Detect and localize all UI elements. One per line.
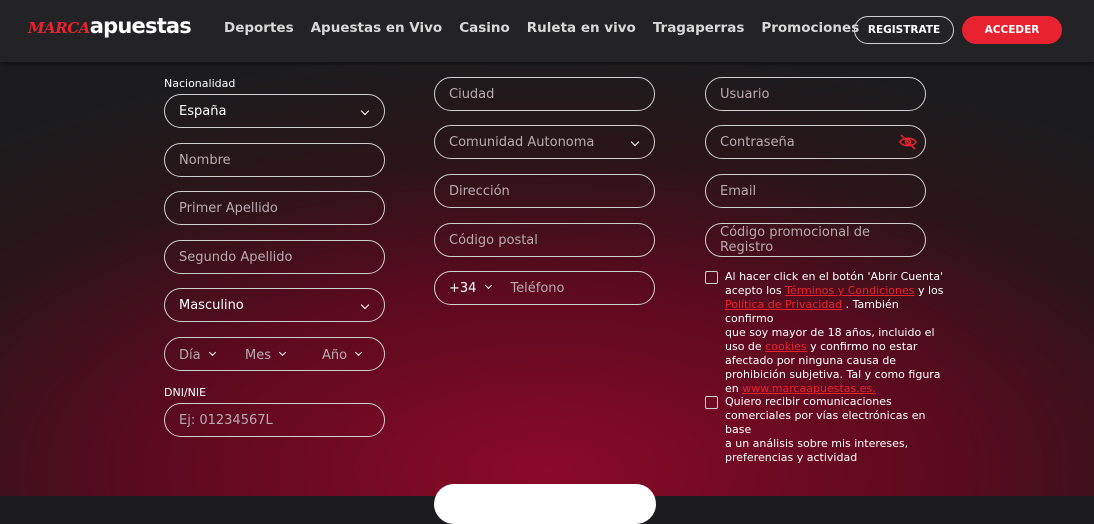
nationality-value: España <box>179 103 227 119</box>
address-input[interactable]: Dirección <box>434 174 655 208</box>
open-account-button[interactable] <box>434 484 656 524</box>
name-placeholder: Nombre <box>179 152 231 168</box>
email-placeholder: Email <box>720 183 757 199</box>
terms-text-fragment: y confirmo no estar <box>806 340 918 353</box>
email-input[interactable]: Email <box>705 174 926 208</box>
gender-value: Masculino <box>179 297 244 313</box>
cookies-link[interactable]: cookies <box>765 340 806 353</box>
terms-text-fragment: y los <box>914 284 944 297</box>
terms-line: prohibición subjetiva. Tal y como figura <box>725 368 941 381</box>
terms-text-fragment: uso de <box>725 340 766 353</box>
promo-code-placeholder: Código promocional de Registro <box>720 225 871 255</box>
community-placeholder: Comunidad Autonoma <box>449 134 595 150</box>
terms-text-fragment: en <box>725 382 743 395</box>
site-link[interactable]: www.marcaapuestas.es. <box>742 382 875 395</box>
second-surname-placeholder: Segundo Apellido <box>179 249 293 265</box>
marcaapuestas-logo[interactable]: MARCA apuestas <box>28 14 192 46</box>
login-button[interactable]: ACCEDER <box>962 16 1062 44</box>
terms-text-fragment: acepto los <box>725 284 786 297</box>
address-placeholder: Dirección <box>449 183 510 199</box>
terms-line: afectado por ninguna causa de <box>725 354 897 367</box>
day-select[interactable]: Día <box>179 338 216 372</box>
logo-marca-text: MARCA <box>28 19 90 37</box>
year-placeholder: Año <box>322 347 348 363</box>
marketing-checkbox[interactable] <box>705 396 718 409</box>
chevron-down-icon <box>485 281 493 289</box>
terms-line: acepto los Términos y Condiciones y los <box>725 284 945 298</box>
terms-text: Al hacer click en el botón 'Abrir Cuenta… <box>725 270 945 396</box>
logo-apuestas-text: apuestas <box>89 14 192 38</box>
chevron-down-icon <box>360 300 370 310</box>
dni-label: DNI/NIE <box>164 386 207 399</box>
chevron-down-icon <box>630 137 640 147</box>
name-input[interactable]: Nombre <box>164 143 385 177</box>
main-nav: Deportes Apuestas en Vivo Casino Ruleta … <box>224 20 876 36</box>
dni-placeholder: Ej: 01234567L <box>179 412 273 428</box>
username-placeholder: Usuario <box>720 86 770 102</box>
month-select[interactable]: Mes <box>245 338 287 372</box>
nav-ruleta-en-vivo[interactable]: Ruleta en vivo <box>527 20 636 36</box>
register-button[interactable]: REGISTRATE <box>854 16 954 44</box>
username-input[interactable]: Usuario <box>705 77 926 111</box>
marketing-line: Quiero recibir comunicaciones <box>725 395 892 408</box>
terms-checkbox[interactable] <box>705 271 718 284</box>
dni-input[interactable]: Ej: 01234567L <box>164 403 385 437</box>
marketing-line: preferencias y actividad <box>725 451 858 464</box>
day-placeholder: Día <box>179 347 201 363</box>
nationality-label: Nacionalidad <box>164 77 236 90</box>
city-input[interactable]: Ciudad <box>434 77 655 111</box>
marketing-line: comerciales por vías electrónicas en bas… <box>725 409 926 436</box>
community-select[interactable]: Comunidad Autonoma <box>434 125 655 159</box>
phone-prefix-select[interactable]: +34 <box>449 281 476 296</box>
postal-code-input[interactable]: Código postal <box>434 223 655 257</box>
nav-apuestas-en-vivo[interactable]: Apuestas en Vivo <box>311 20 443 36</box>
terms-line: Al hacer click en el botón 'Abrir Cuenta… <box>725 270 944 283</box>
chevron-down-icon <box>278 348 287 356</box>
nationality-select[interactable]: España <box>164 94 385 128</box>
promo-code-input[interactable]: Código promocional de Registro <box>705 223 926 257</box>
terms-link[interactable]: Términos y Condiciones <box>785 284 914 297</box>
top-header: MARCA apuestas Deportes Apuestas en Vivo… <box>0 0 1094 62</box>
phone-field: +34 Teléfono <box>434 271 655 305</box>
terms-line: en www.marcaapuestas.es. <box>725 382 945 396</box>
password-input[interactable]: Contraseña <box>705 125 926 159</box>
month-placeholder: Mes <box>245 347 271 363</box>
first-surname-placeholder: Primer Apellido <box>179 200 278 216</box>
privacy-link[interactable]: Política de Privacidad <box>725 298 842 311</box>
chevron-down-icon <box>360 106 370 116</box>
nav-promociones[interactable]: Promociones <box>761 20 859 36</box>
eye-hidden-icon[interactable] <box>899 133 917 155</box>
terms-line: que soy mayor de 18 años, incluido el <box>725 326 935 339</box>
nav-casino[interactable]: Casino <box>459 20 510 36</box>
nav-deportes[interactable]: Deportes <box>224 20 294 36</box>
marketing-line: a un análisis sobre mis intereses, <box>725 437 909 450</box>
first-surname-input[interactable]: Primer Apellido <box>164 191 385 225</box>
year-select[interactable]: Año <box>322 338 363 372</box>
chevron-down-icon <box>355 348 363 356</box>
terms-line: Política de Privacidad . También confirm… <box>725 298 945 326</box>
chevron-down-icon <box>208 348 216 356</box>
password-placeholder: Contraseña <box>720 134 795 150</box>
city-placeholder: Ciudad <box>449 86 495 102</box>
birthdate-field: Día Mes Año <box>164 337 385 371</box>
second-surname-input[interactable]: Segundo Apellido <box>164 240 385 274</box>
postal-code-placeholder: Código postal <box>449 232 538 248</box>
nav-tragaperras[interactable]: Tragaperras <box>653 20 745 36</box>
marketing-text: Quiero recibir comunicaciones comerciale… <box>725 395 945 465</box>
terms-line: uso de cookies y confirmo no estar <box>725 340 945 354</box>
gender-select[interactable]: Masculino <box>164 288 385 322</box>
phone-input[interactable]: Teléfono <box>510 281 564 296</box>
